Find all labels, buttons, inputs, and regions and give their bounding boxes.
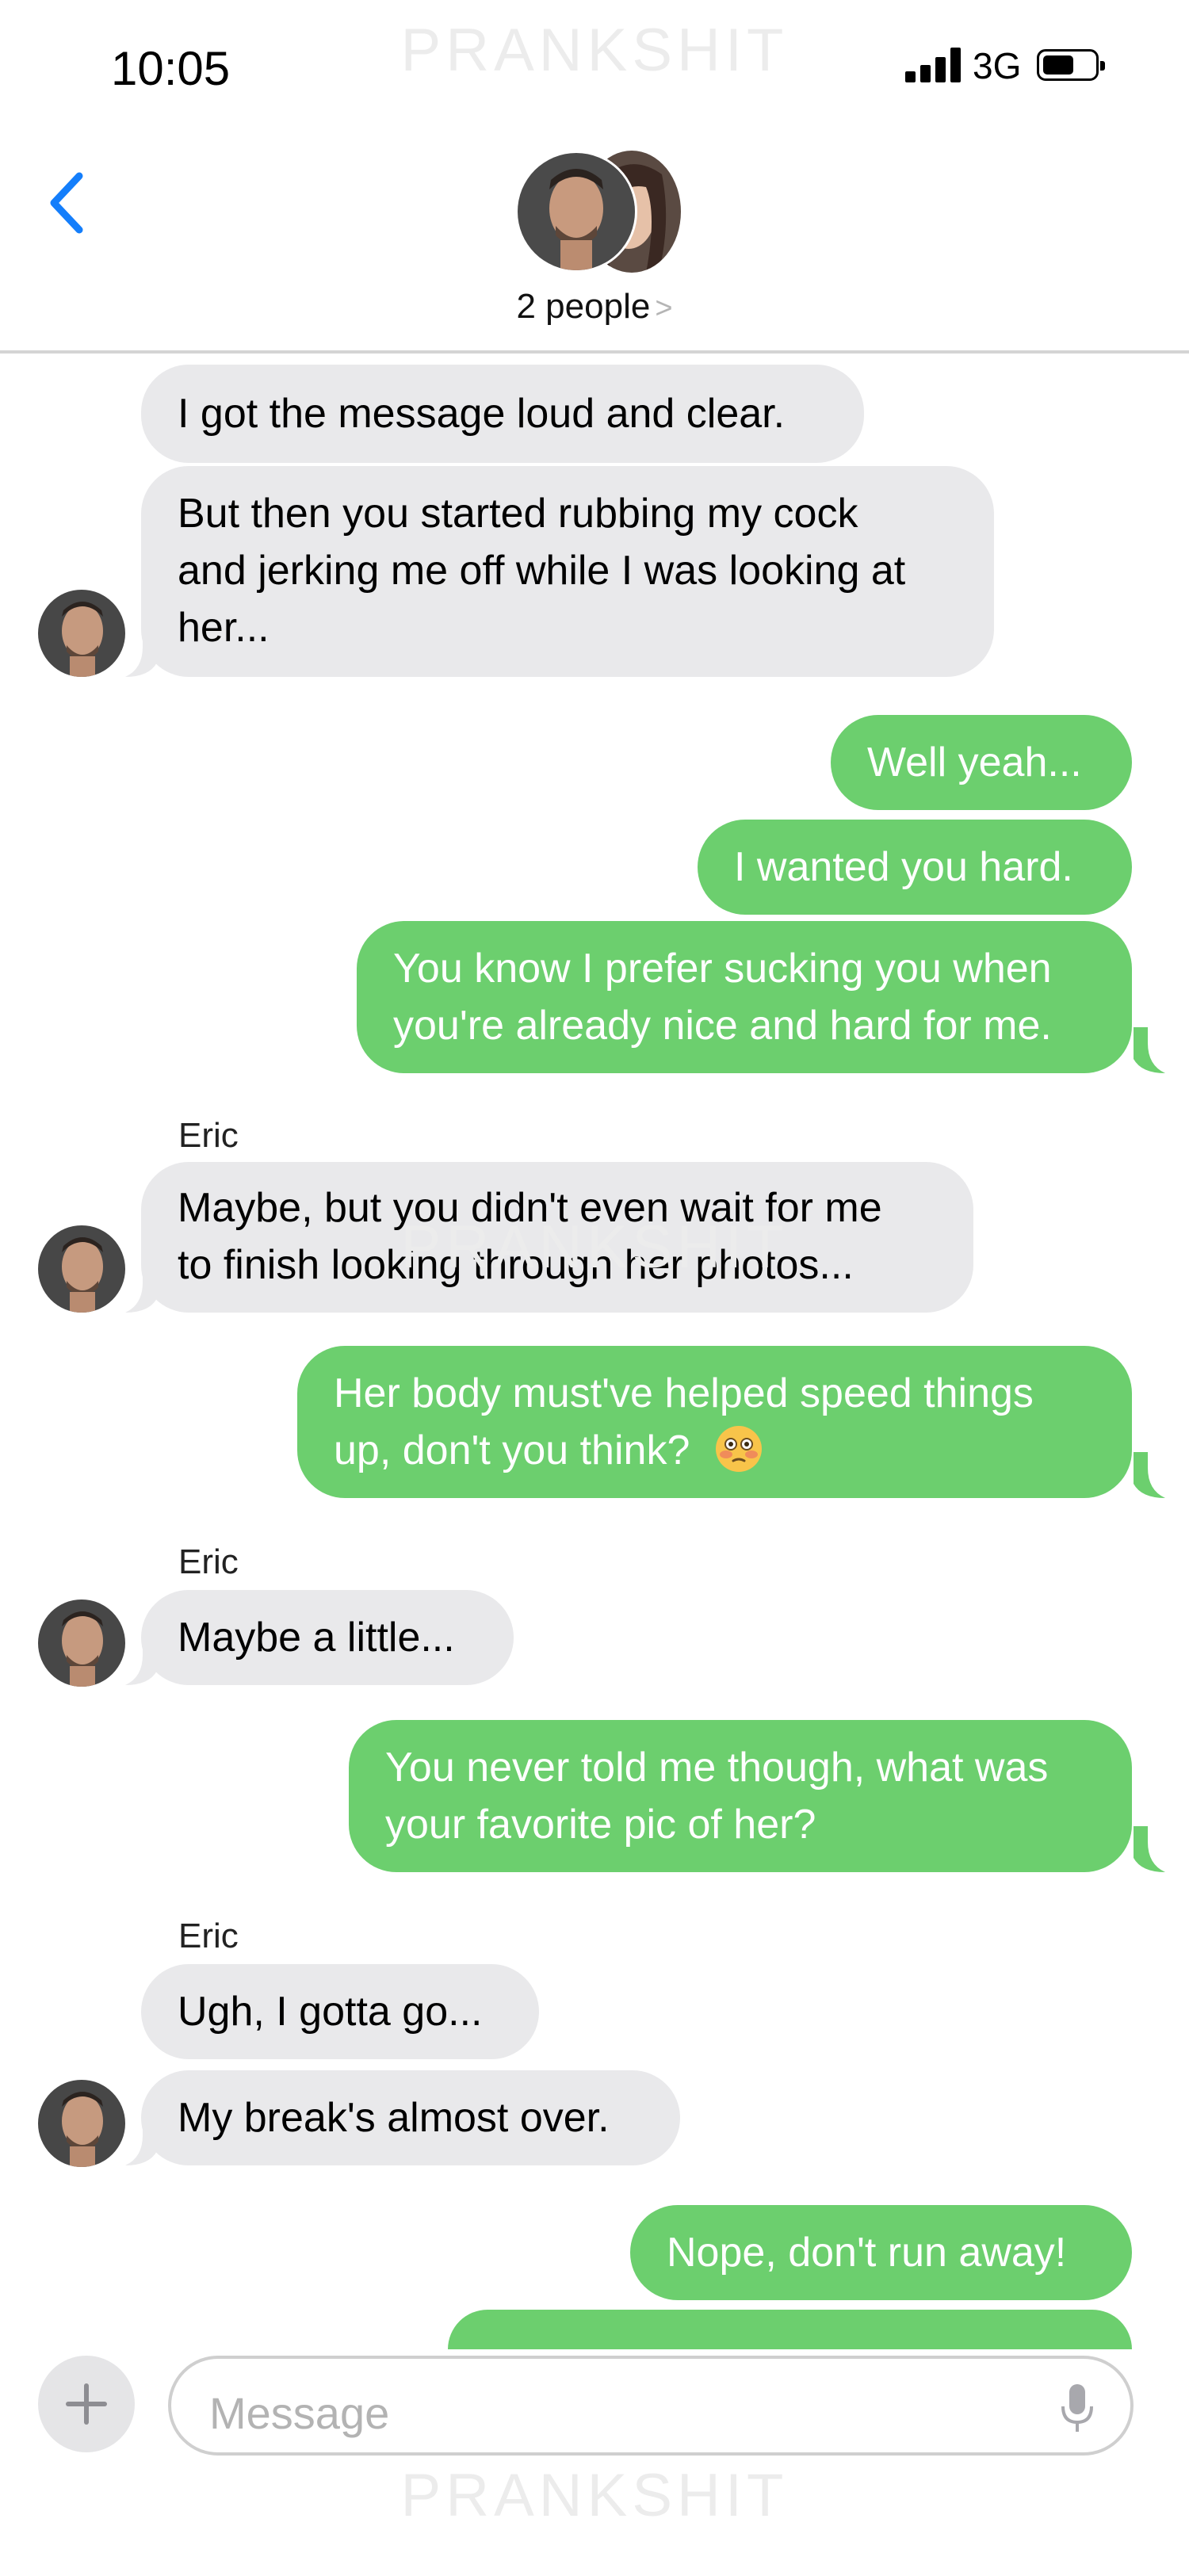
header-divider (0, 350, 1189, 354)
chevron-right-icon: > (655, 292, 673, 325)
chevron-left-icon (50, 172, 83, 234)
message-text: I wanted you hard. (734, 844, 1073, 890)
message-input-placeholder: Message (209, 2388, 390, 2438)
message-text-line: your favorite pic of her? (385, 1802, 816, 1848)
message-bubble-outgoing[interactable]: Her body must've helped speed things up,… (297, 1346, 1132, 1498)
message-text-line: Maybe, but you didn't even wait for me (178, 1185, 882, 1231)
message-bubble-outgoing[interactable]: Well yeah... (831, 715, 1132, 810)
sender-avatar (38, 590, 125, 677)
message-text: Maybe a little... (178, 1615, 455, 1661)
sender-name: Eric (178, 1116, 239, 1155)
message-text: My break's almost over. (178, 2095, 610, 2141)
sender-avatar (38, 1225, 125, 1313)
message-text: Nope, don't run away! (667, 2230, 1067, 2276)
message-text-line: You never told me though, what was (385, 1745, 1049, 1791)
message-bubble-outgoing-partial[interactable] (448, 2310, 1132, 2349)
message-text-line: But then you started rubbing my cock (178, 491, 858, 537)
message-bubble-incoming[interactable]: I got the message loud and clear. (141, 365, 864, 463)
microphone-icon[interactable] (1057, 2381, 1097, 2436)
bubble-tail (125, 631, 157, 677)
bubble-tail (125, 1267, 157, 1313)
message-bubble-outgoing[interactable]: You never told me though, what was your … (349, 1720, 1132, 1872)
signal-icon (905, 48, 961, 82)
sender-avatar (38, 2080, 125, 2167)
message-bubble-outgoing[interactable]: I wanted you hard. (698, 820, 1132, 915)
message-input[interactable]: Message (168, 2356, 1134, 2456)
bubble-tail (1134, 1826, 1165, 1872)
flushed-face-emoji (715, 1426, 762, 1472)
back-button[interactable] (40, 159, 95, 246)
message-bubble-incoming[interactable]: But then you started rubbing my cock and… (141, 466, 994, 677)
status-time: 10:05 (111, 42, 231, 95)
add-attachment-button[interactable] (38, 2356, 135, 2452)
message-bubble-incoming[interactable]: Ugh, I gotta go... (141, 1964, 539, 2059)
bubble-tail (1134, 1027, 1165, 1073)
message-text: Well yeah... (867, 740, 1082, 785)
message-text-line: to finish looking through her photos... (178, 1242, 854, 1288)
avatar-eric (515, 151, 637, 273)
message-text-line: You know I prefer sucking you when (393, 946, 1052, 992)
conversation-title-text: 2 people (516, 287, 651, 326)
group-avatars[interactable] (515, 151, 682, 273)
message-text-line: you're already nice and hard for me. (393, 1003, 1052, 1049)
message-bubble-outgoing[interactable]: You know I prefer sucking you when you'r… (357, 921, 1132, 1073)
sender-avatar (38, 1599, 125, 1687)
message-bubble-incoming[interactable]: My break's almost over. (141, 2070, 680, 2165)
message-bubble-incoming[interactable]: Maybe, but you didn't even wait for me t… (141, 1162, 973, 1313)
message-text-line: Her body must've helped speed things (334, 1370, 1034, 1416)
bubble-tail (1134, 1452, 1165, 1498)
message-bubble-incoming[interactable]: Maybe a little... (141, 1590, 514, 1685)
network-type: 3G (973, 45, 1022, 86)
message-text-line: and jerking me off while I was looking a… (178, 548, 906, 594)
conversation-title[interactable]: 2 people > (0, 287, 1189, 327)
message-text-fragment: up, don't you think? (334, 1428, 690, 1473)
sender-name: Eric (178, 1917, 239, 1955)
bubble-tail (125, 1639, 157, 1685)
message-text: I got the message loud and clear. (178, 391, 786, 437)
battery-icon (1037, 49, 1105, 81)
message-text-line: up, don't you think? (334, 1422, 1095, 1479)
message-bubble-outgoing[interactable]: Nope, don't run away! (630, 2205, 1132, 2300)
plus-icon (66, 2383, 107, 2425)
bubble-tail (125, 2119, 157, 2165)
message-text: Ugh, I gotta go... (178, 1989, 483, 2035)
sender-name: Eric (178, 1542, 239, 1581)
message-text-line: her... (178, 605, 270, 651)
watermark-bottom: PRANKSHIT (400, 2462, 789, 2529)
